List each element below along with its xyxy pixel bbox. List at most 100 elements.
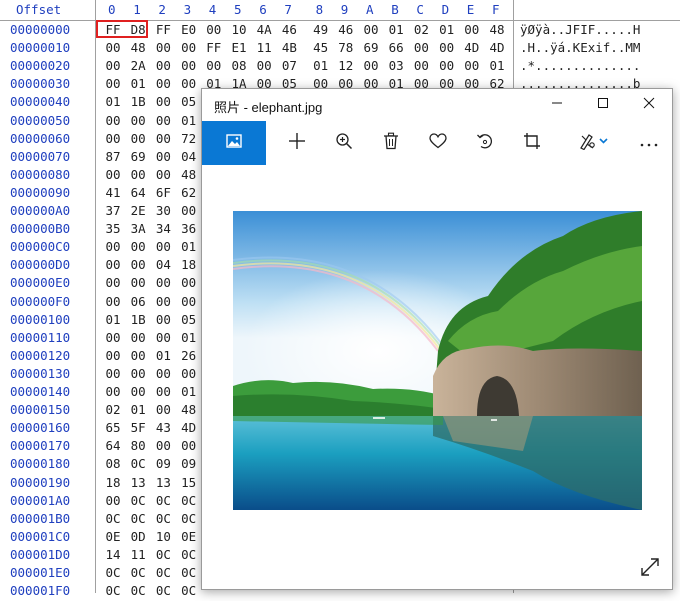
hex-byte[interactable]: 00 (463, 20, 481, 40)
hex-byte[interactable]: 0C (154, 509, 172, 529)
hex-byte[interactable]: 00 (104, 382, 122, 402)
hex-byte[interactable]: 00 (104, 491, 122, 511)
hex-byte[interactable]: 00 (205, 20, 223, 40)
hex-byte[interactable]: 18 (180, 255, 198, 275)
hex-byte[interactable]: 00 (180, 436, 198, 456)
hex-byte[interactable]: 87 (104, 147, 122, 167)
hex-byte[interactable]: 13 (129, 473, 147, 493)
hex-byte[interactable]: 46 (337, 20, 355, 40)
hex-byte[interactable]: 0C (129, 454, 147, 474)
hex-byte[interactable]: 00 (104, 74, 122, 94)
hex-byte[interactable]: 0C (180, 491, 198, 511)
maximize-button[interactable] (580, 89, 626, 121)
hex-byte[interactable]: 00 (104, 237, 122, 257)
hex-byte[interactable]: 00 (412, 56, 430, 76)
hex-byte[interactable]: 00 (180, 292, 198, 312)
hex-byte[interactable]: 6F (154, 183, 172, 203)
hex-byte[interactable]: 00 (180, 273, 198, 293)
hex-byte[interactable]: 00 (154, 400, 172, 420)
hex-byte[interactable]: 08 (104, 454, 122, 474)
hex-byte[interactable]: 00 (362, 56, 380, 76)
more-button[interactable] (626, 121, 672, 165)
hex-byte[interactable]: 0C (104, 563, 122, 583)
hex-byte[interactable]: 00 (104, 292, 122, 312)
hex-byte[interactable]: 65 (104, 418, 122, 438)
hex-byte[interactable]: 02 (412, 20, 430, 40)
hex-byte[interactable]: 05 (180, 92, 198, 112)
hex-byte[interactable]: 00 (154, 237, 172, 257)
hex-byte[interactable]: 0C (180, 509, 198, 529)
hex-byte[interactable]: 78 (337, 38, 355, 58)
hex-byte[interactable]: 49 (312, 20, 330, 40)
crop-button[interactable] (509, 121, 555, 165)
hex-byte[interactable]: 37 (104, 201, 122, 221)
hex-byte[interactable]: 04 (180, 147, 198, 167)
hex-byte[interactable]: 00 (154, 111, 172, 131)
hex-byte[interactable]: 01 (180, 382, 198, 402)
ascii-text[interactable]: .*.............. (520, 56, 680, 76)
hex-byte[interactable]: 4D (463, 38, 481, 58)
hex-byte[interactable]: 00 (154, 56, 172, 76)
minimize-button[interactable] (534, 89, 580, 121)
hex-byte[interactable]: 00 (154, 364, 172, 384)
hex-byte[interactable]: 00 (129, 129, 147, 149)
hex-byte[interactable]: 01 (312, 56, 330, 76)
hex-byte[interactable]: 00 (205, 56, 223, 76)
hex-byte[interactable]: 69 (129, 147, 147, 167)
hex-byte[interactable]: 10 (230, 20, 248, 40)
add-button[interactable] (274, 121, 320, 165)
hex-byte[interactable]: 00 (362, 20, 380, 40)
hex-byte[interactable]: 00 (104, 111, 122, 131)
hex-byte[interactable]: 00 (154, 382, 172, 402)
hex-byte[interactable]: 36 (180, 219, 198, 239)
hex-byte[interactable]: 00 (104, 56, 122, 76)
hex-byte[interactable]: 00 (129, 364, 147, 384)
hex-byte[interactable]: 00 (129, 273, 147, 293)
hex-byte[interactable]: 00 (129, 111, 147, 131)
hex-byte[interactable]: 00 (104, 328, 122, 348)
hex-byte[interactable]: 10 (154, 527, 172, 547)
hex-byte[interactable]: 00 (154, 147, 172, 167)
hex-byte[interactable]: 0C (129, 581, 147, 601)
hex-byte[interactable]: 43 (154, 418, 172, 438)
hex-byte[interactable]: 01 (438, 20, 456, 40)
hex-byte[interactable]: 0C (104, 509, 122, 529)
hex-byte[interactable]: 0C (154, 563, 172, 583)
hex-byte[interactable]: 41 (104, 183, 122, 203)
hex-byte[interactable]: 11 (255, 38, 273, 58)
hex-byte[interactable]: 00 (180, 201, 198, 221)
hex-byte[interactable]: 69 (362, 38, 380, 58)
hex-byte[interactable]: 11 (129, 545, 147, 565)
hex-byte[interactable]: 00 (129, 237, 147, 257)
hex-byte[interactable]: 2A (129, 56, 147, 76)
rotate-button[interactable] (462, 121, 508, 165)
hex-byte[interactable]: 01 (154, 346, 172, 366)
hex-byte[interactable]: 03 (387, 56, 405, 76)
hex-byte[interactable]: 00 (154, 292, 172, 312)
hex-byte[interactable]: 0C (104, 581, 122, 601)
hex-byte[interactable]: 09 (154, 454, 172, 474)
hex-byte[interactable]: 00 (129, 255, 147, 275)
hex-byte[interactable]: 00 (129, 346, 147, 366)
hex-byte[interactable]: 64 (104, 436, 122, 456)
hex-byte[interactable]: 4D (180, 418, 198, 438)
hex-byte[interactable]: 00 (104, 364, 122, 384)
hex-byte[interactable]: 0C (180, 545, 198, 565)
hex-byte[interactable]: 00 (180, 56, 198, 76)
hex-byte[interactable]: 00 (104, 165, 122, 185)
ascii-text[interactable]: .H..ÿá.KExif..MM (520, 38, 680, 58)
hex-byte[interactable]: 0C (180, 563, 198, 583)
hex-byte[interactable]: 00 (180, 38, 198, 58)
zoom-button[interactable] (321, 121, 367, 165)
hex-byte[interactable]: 05 (180, 310, 198, 330)
favorite-button[interactable] (415, 121, 461, 165)
hex-byte[interactable]: 00 (255, 56, 273, 76)
hex-byte[interactable]: 00 (154, 165, 172, 185)
hex-byte[interactable]: 13 (154, 473, 172, 493)
title-bar[interactable]: 照片 - elephant.jpg (202, 89, 672, 121)
hex-byte[interactable]: 00 (154, 328, 172, 348)
hex-byte[interactable]: 00 (438, 56, 456, 76)
view-image-button[interactable] (202, 121, 266, 165)
hex-byte[interactable]: E1 (230, 38, 248, 58)
hex-byte[interactable]: 00 (104, 129, 122, 149)
